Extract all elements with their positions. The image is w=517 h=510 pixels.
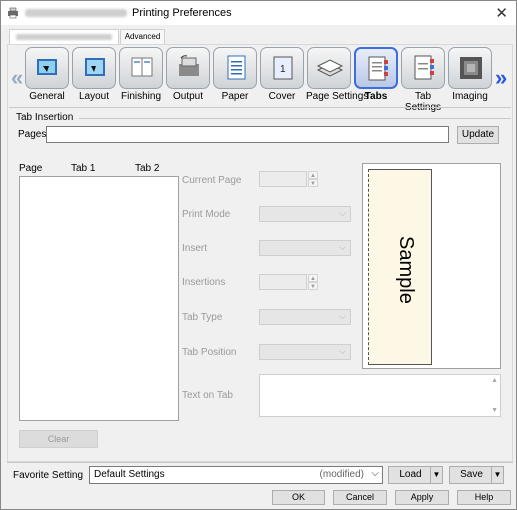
category-label: Layout (78, 91, 110, 102)
current-page-spinner[interactable] (259, 171, 307, 187)
current-page-label: Current Page (182, 175, 242, 186)
category-tabs[interactable]: Tabs (353, 47, 399, 102)
svg-text:1: 1 (280, 64, 286, 75)
category-layout[interactable]: Layout (71, 47, 117, 102)
category-label: Finishing (120, 91, 162, 102)
ok-button[interactable]: OK (272, 490, 325, 505)
clear-button[interactable]: Clear (19, 430, 98, 448)
category-finishing[interactable]: Finishing (118, 47, 164, 102)
category-label: Page Settings (306, 91, 369, 102)
chevron-down-icon: ⌵ (339, 311, 346, 321)
printing-preferences-window: Printing Preferences ✕ Advanced « » Gene… (0, 0, 517, 510)
insertions-spinner[interactable] (259, 274, 307, 290)
title-bar: Printing Preferences ✕ (1, 1, 516, 25)
category-label: General (29, 91, 65, 102)
tab-strip: Advanced (7, 29, 512, 45)
favorite-setting-dropdown[interactable]: Default Settings (modified) ⌵ (89, 466, 383, 484)
output-icon (179, 55, 199, 76)
printer-icon (8, 7, 18, 19)
chevron-down-icon: ⌵ (371, 468, 379, 479)
print-mode-dropdown[interactable]: ⌵ (259, 206, 351, 222)
tab-settings-icon (414, 55, 434, 80)
paper-icon (227, 55, 246, 80)
category-label: Tabs (364, 91, 388, 102)
category-label: Paper (221, 91, 249, 102)
icon-strip-divider (9, 107, 511, 108)
scroll-up-icon[interactable]: ▲ (491, 377, 498, 384)
printer-name-redacted (25, 9, 127, 17)
preview-sheet: Sample (368, 169, 432, 365)
category-page-settings[interactable]: Page Settings (306, 47, 369, 102)
category-general[interactable]: General (24, 47, 70, 102)
save-dropdown-icon[interactable]: ▼ (491, 467, 503, 483)
text-on-tab-label: Text on Tab (182, 390, 233, 401)
tab-page-list[interactable] (19, 176, 179, 421)
category-label: Imaging (452, 91, 488, 102)
pages-label: Pages (18, 129, 47, 140)
scroll-left-icon[interactable]: « (11, 65, 23, 91)
category-label: Cover (268, 91, 296, 102)
cancel-button[interactable]: Cancel (333, 490, 387, 505)
text-on-tab-textarea[interactable]: ▲ ▼ (259, 374, 501, 417)
window-title: Printing Preferences (132, 7, 232, 19)
save-button[interactable]: Save ▼ (449, 466, 504, 484)
chevron-down-icon: ⌵ (339, 208, 346, 218)
category-cover[interactable]: 1 Cover (259, 47, 305, 102)
finishing-icon (131, 57, 153, 77)
chevron-down-icon: ⌵ (339, 346, 346, 356)
tab-position-label: Tab Position (182, 347, 237, 358)
favorite-setting-label: Favorite Setting (13, 470, 84, 481)
insertions-spin-arrows[interactable]: ▲ ▼ (308, 274, 318, 290)
tab-advanced[interactable]: Advanced (120, 29, 165, 44)
category-label: Tab Settings (405, 91, 441, 113)
print-mode-label: Print Mode (182, 209, 231, 220)
scroll-down-icon[interactable]: ▼ (491, 407, 498, 414)
help-button[interactable]: Help (457, 490, 511, 505)
list-header-tab2: Tab 2 (135, 163, 160, 174)
load-button[interactable]: Load ▼ (388, 466, 443, 484)
favorite-setting-value: Default Settings (94, 469, 165, 480)
category-output[interactable]: Output (165, 47, 211, 102)
tab-position-dropdown[interactable]: ⌵ (259, 344, 351, 360)
category-imaging[interactable]: Imaging (447, 47, 493, 102)
page-settings-icon (316, 59, 344, 77)
chevron-down-icon: ⌵ (339, 242, 346, 252)
modified-indicator: (modified) (319, 469, 364, 480)
insert-dropdown[interactable]: ⌵ (259, 240, 351, 256)
tab-preview: Sample (362, 163, 501, 369)
category-tab-settings[interactable]: Tab Settings (400, 47, 446, 113)
pages-input[interactable] (46, 126, 449, 143)
tab-type-label: Tab Type (182, 312, 223, 323)
list-header-page: Page (19, 163, 43, 174)
update-button[interactable]: Update (457, 126, 499, 144)
tab-type-dropdown[interactable]: ⌵ (259, 309, 351, 325)
insert-label: Insert (182, 243, 208, 254)
cover-icon: 1 (273, 56, 293, 80)
list-header-tab1: Tab 1 (71, 163, 96, 174)
apply-button[interactable]: Apply (395, 490, 449, 505)
preview-sample-text: Sample (395, 236, 417, 304)
group-divider (79, 118, 511, 119)
category-paper[interactable]: Paper (212, 47, 258, 102)
close-icon[interactable]: ✕ (495, 4, 508, 22)
insertions-label: Insertions (182, 277, 226, 288)
save-button-label[interactable]: Save (450, 467, 493, 483)
scroll-right-icon[interactable]: » (495, 65, 507, 91)
bottom-divider (7, 462, 513, 463)
imaging-icon (460, 57, 482, 79)
tab-insertion-group-label: Tab Insertion (16, 112, 74, 123)
category-label: Output (172, 91, 204, 102)
general-icon (37, 59, 57, 75)
load-dropdown-icon[interactable]: ▼ (430, 467, 442, 483)
tab-printer-settings[interactable] (9, 29, 119, 45)
load-button-label[interactable]: Load (389, 467, 432, 483)
current-page-spin-arrows[interactable]: ▲ ▼ (308, 171, 318, 187)
tabs-icon (368, 56, 388, 81)
layout-icon (85, 58, 105, 76)
